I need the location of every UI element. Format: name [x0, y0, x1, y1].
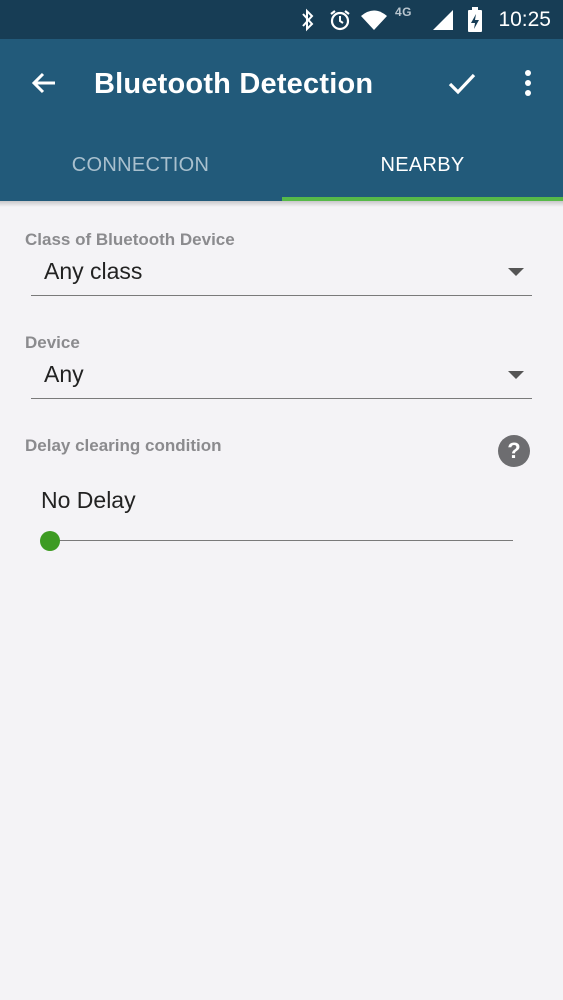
device-value: Any [44, 361, 84, 387]
battery-charging-icon [465, 7, 485, 33]
help-icon[interactable]: ? [498, 435, 530, 467]
bluetooth-icon [297, 7, 319, 33]
device-class-label: Class of Bluetooth Device [25, 230, 235, 249]
more-vert-icon [525, 70, 531, 96]
delay-label: Delay clearing condition [25, 436, 222, 455]
device-class-value: Any class [44, 258, 143, 284]
delay-slider-track[interactable] [50, 540, 513, 541]
delay-slider-thumb[interactable] [40, 531, 60, 551]
wifi-icon [358, 7, 390, 33]
dropdown-arrow-icon [508, 371, 524, 379]
device-dropdown[interactable]: Any [31, 355, 532, 399]
app-bar: Bluetooth Detection [0, 39, 563, 129]
status-bar: 4G 10:25 [0, 0, 563, 39]
back-arrow-icon [31, 72, 55, 94]
check-icon [448, 73, 476, 95]
tab-connection[interactable]: CONNECTION [0, 129, 281, 201]
delay-value: No Delay [41, 487, 136, 513]
status-time: 10:25 [498, 8, 551, 31]
network-type: 4G [395, 5, 413, 19]
app-bar-shadow [0, 201, 563, 207]
device-label: Device [25, 333, 80, 352]
signal-icon [430, 7, 456, 33]
device-class-dropdown[interactable]: Any class [31, 252, 532, 296]
back-button[interactable] [22, 61, 66, 105]
alarm-icon [327, 7, 353, 33]
page-title: Bluetooth Detection [94, 68, 374, 100]
tab-bar: CONNECTION NEARBY [0, 129, 563, 201]
dropdown-arrow-icon [508, 268, 524, 276]
tab-nearby[interactable]: NEARBY [282, 129, 563, 201]
confirm-button[interactable] [440, 61, 484, 105]
more-options-button[interactable] [508, 61, 548, 105]
